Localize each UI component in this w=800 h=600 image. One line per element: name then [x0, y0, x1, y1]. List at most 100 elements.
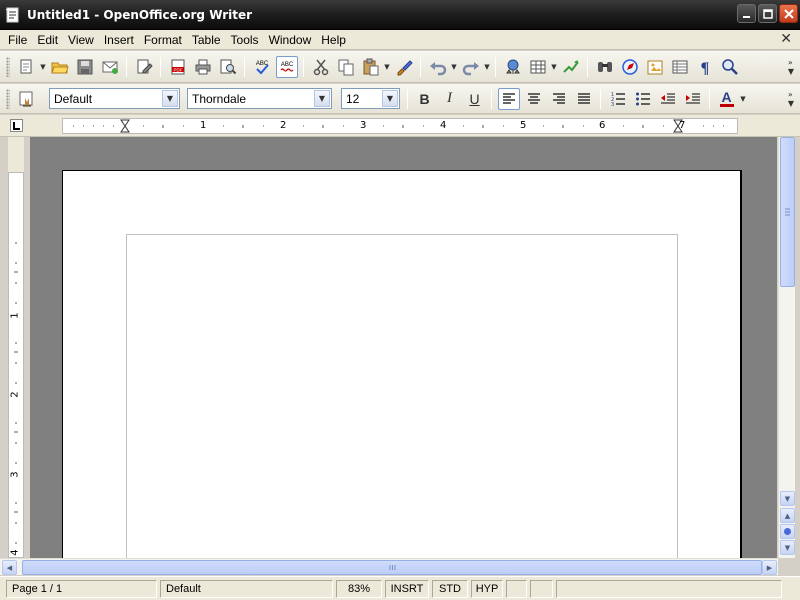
- toolbar-grip[interactable]: [6, 88, 10, 109]
- document-page[interactable]: [62, 170, 742, 558]
- writer-app-icon[interactable]: [4, 6, 22, 24]
- decrease-indent-button[interactable]: [657, 88, 679, 110]
- menu-help[interactable]: Help: [316, 33, 351, 47]
- scroll-right-button[interactable]: ▶: [762, 560, 777, 575]
- page-preview-icon[interactable]: [217, 56, 239, 78]
- status-bar: Page 1 / 1 Default 83% INSRT STD HYP: [0, 576, 800, 600]
- open-folder-icon[interactable]: [49, 56, 71, 78]
- horizontal-ruler[interactable]: 1 2 3 4 5 6 7: [62, 118, 738, 134]
- data-sources-icon[interactable]: [669, 56, 691, 78]
- horizontal-scrollbar[interactable]: ◀ ▶: [0, 558, 778, 575]
- format-paintbrush-icon[interactable]: [393, 56, 415, 78]
- edit-file-icon[interactable]: [133, 56, 155, 78]
- export-pdf-icon[interactable]: PDF: [167, 56, 189, 78]
- toolbar-overflow-chevron[interactable]: » ▼: [786, 87, 796, 111]
- toolbar-separator: [587, 56, 588, 77]
- email-icon[interactable]: [99, 56, 121, 78]
- signature-field[interactable]: [506, 579, 527, 598]
- undo-dropdown-arrow[interactable]: ▼: [450, 56, 458, 78]
- styles-formatting-icon[interactable]: [16, 88, 38, 110]
- show-draw-functions-icon[interactable]: [560, 56, 582, 78]
- menu-format[interactable]: Format: [139, 33, 187, 47]
- new-dropdown-arrow[interactable]: ▼: [39, 56, 47, 78]
- menu-tools[interactable]: Tools: [226, 33, 264, 47]
- close-window-button[interactable]: [779, 4, 798, 23]
- minimize-icon: [742, 15, 750, 18]
- chevron-down-icon[interactable]: ▼: [382, 90, 398, 107]
- zoom-field[interactable]: 83%: [336, 579, 382, 598]
- scroll-left-button[interactable]: ◀: [2, 560, 17, 575]
- page-style-field[interactable]: Default: [160, 579, 333, 598]
- table-icon[interactable]: [527, 56, 549, 78]
- tab-stop-selector[interactable]: [10, 119, 23, 132]
- toolbar-overflow-chevron[interactable]: » ▼: [786, 55, 796, 79]
- numbering-button[interactable]: 123: [607, 88, 629, 110]
- paragraph-style-combobox[interactable]: Default ▼: [49, 88, 180, 109]
- redo-dropdown-arrow[interactable]: ▼: [483, 56, 491, 78]
- copy-icon[interactable]: [335, 56, 357, 78]
- vertical-scroll-thumb[interactable]: [780, 137, 795, 287]
- paste-dropdown-arrow[interactable]: ▼: [383, 56, 391, 78]
- menu-table[interactable]: Table: [187, 33, 226, 47]
- undo-icon[interactable]: [427, 56, 449, 78]
- close-document-button[interactable]: ✕: [780, 31, 792, 47]
- font-color-button[interactable]: A: [716, 88, 738, 110]
- vertical-scrollbar[interactable]: ▼ ▲ ▼: [778, 137, 795, 558]
- underline-button[interactable]: U: [464, 88, 486, 110]
- underline-label: U: [469, 90, 480, 107]
- increase-indent-button[interactable]: [682, 88, 704, 110]
- paste-icon[interactable]: [360, 56, 382, 78]
- text-boundaries[interactable]: [126, 234, 678, 558]
- menu-window[interactable]: Window: [264, 33, 317, 47]
- toolbar-grip[interactable]: [6, 56, 10, 77]
- ruler-label: 3: [9, 471, 21, 478]
- minimize-button[interactable]: [737, 4, 756, 23]
- page-number-field[interactable]: Page 1 / 1: [6, 579, 157, 598]
- horizontal-scroll-thumb[interactable]: [22, 560, 762, 575]
- menu-file[interactable]: File: [3, 33, 32, 47]
- hyperlink-mode-field[interactable]: HYP: [471, 579, 503, 598]
- numbered-list-icon: 123: [611, 92, 625, 107]
- insert-mode-field[interactable]: INSRT: [385, 579, 429, 598]
- align-left-button[interactable]: [497, 87, 520, 110]
- previous-page-button[interactable]: ▲: [780, 508, 795, 523]
- hyperlink-icon[interactable]: [502, 56, 524, 78]
- find-replace-icon[interactable]: [594, 56, 616, 78]
- justify-button[interactable]: [573, 88, 595, 110]
- font-color-dropdown-arrow[interactable]: ▼: [739, 88, 747, 110]
- menu-view[interactable]: View: [63, 33, 99, 47]
- selection-mode-field[interactable]: STD: [432, 579, 468, 598]
- align-center-button[interactable]: [523, 88, 545, 110]
- font-name-combobox[interactable]: Thorndale ▼: [187, 88, 332, 109]
- bullets-button[interactable]: [632, 88, 654, 110]
- formatting-marks-icon[interactable]: ¶: [694, 56, 716, 78]
- next-page-button[interactable]: ▼: [780, 540, 795, 555]
- navigation-button[interactable]: [780, 524, 795, 539]
- save-icon[interactable]: [74, 56, 96, 78]
- maximize-button[interactable]: [758, 4, 777, 23]
- vertical-ruler[interactable]: 1 2 3 4: [8, 172, 24, 558]
- table-dropdown-arrow[interactable]: ▼: [550, 56, 558, 78]
- navigator-icon[interactable]: [619, 56, 641, 78]
- autospellcheck-icon[interactable]: ABC: [275, 55, 298, 78]
- bold-button[interactable]: B: [414, 88, 436, 110]
- menu-edit[interactable]: Edit: [32, 33, 63, 47]
- font-size-combobox[interactable]: 12 ▼: [341, 88, 400, 109]
- menu-insert[interactable]: Insert: [99, 33, 139, 47]
- align-right-button[interactable]: [548, 88, 570, 110]
- spellcheck-icon[interactable]: ABC: [251, 56, 273, 78]
- align-right-icon: [552, 92, 565, 104]
- gallery-icon[interactable]: [644, 56, 666, 78]
- document-modified-field[interactable]: [530, 579, 553, 598]
- new-document-icon[interactable]: [16, 56, 38, 78]
- zoom-icon[interactable]: [719, 56, 741, 78]
- print-icon[interactable]: [192, 56, 214, 78]
- ruler-label: 4: [9, 549, 21, 556]
- cut-icon[interactable]: [310, 56, 332, 78]
- chevron-down-icon[interactable]: ▼: [162, 90, 178, 107]
- scroll-down-button[interactable]: ▼: [780, 491, 795, 506]
- italic-button[interactable]: I: [439, 88, 461, 110]
- ruler-label: 7: [679, 120, 686, 131]
- chevron-down-icon[interactable]: ▼: [314, 90, 330, 107]
- redo-icon[interactable]: [460, 56, 482, 78]
